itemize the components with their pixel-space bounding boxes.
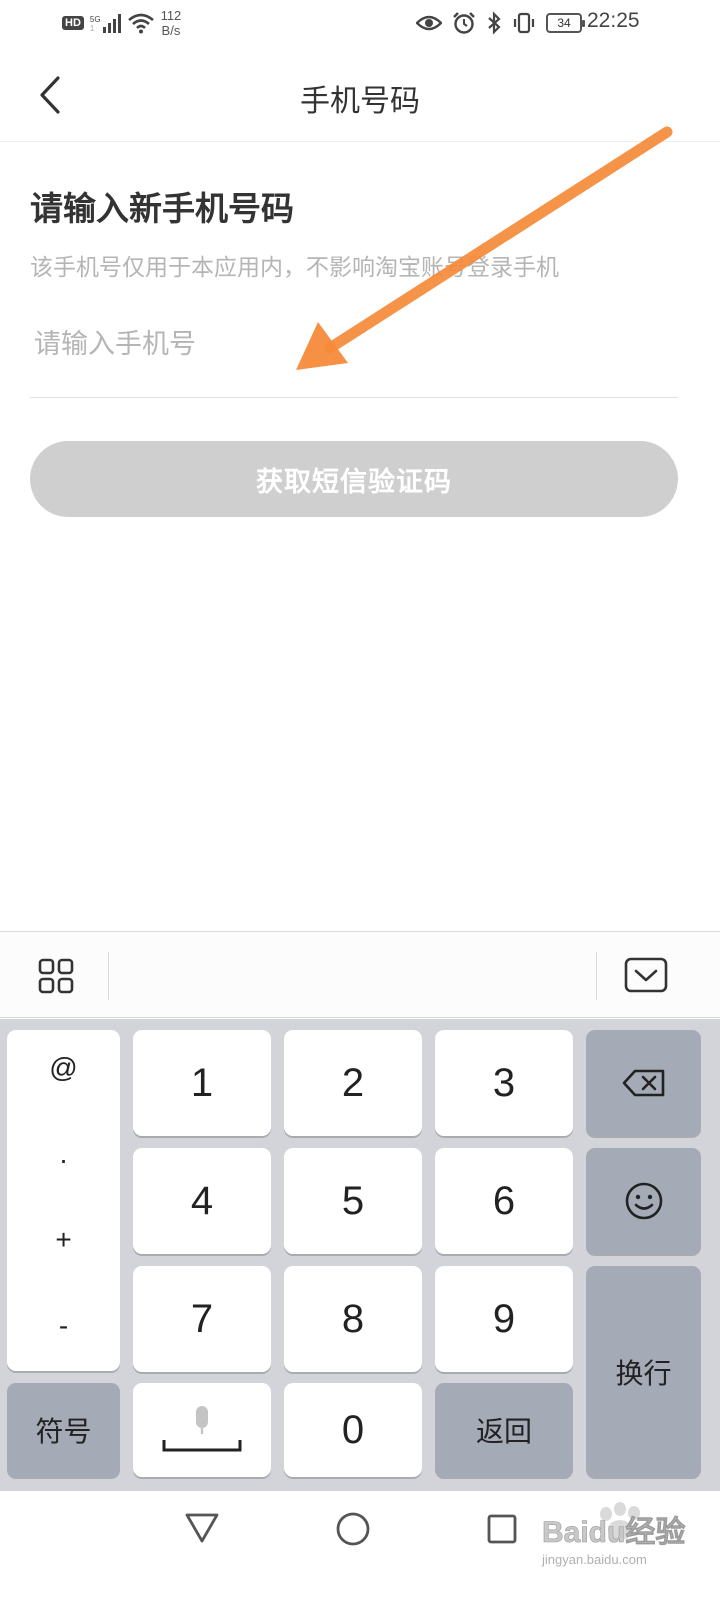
enter-key[interactable]: 换行 <box>586 1266 701 1477</box>
key-at[interactable]: @ <box>7 1052 120 1084</box>
network-sub: 1 <box>89 24 95 33</box>
backspace-icon <box>622 1069 664 1097</box>
status-left: HD 5G 1 112 B/s <box>62 8 181 38</box>
key-9[interactable]: 9 <box>435 1266 573 1372</box>
key-0[interactable]: 0 <box>284 1383 422 1477</box>
toolbar-divider <box>108 952 109 1000</box>
numeric-keyboard: @ . + - 1 2 3 4 5 6 7 8 9 换行 符号 0 返回 <box>0 1019 720 1491</box>
square-recents-icon[interactable] <box>486 1513 518 1545</box>
key-4[interactable]: 4 <box>133 1148 271 1254</box>
key-5[interactable]: 5 <box>284 1148 422 1254</box>
wifi-icon <box>127 13 154 34</box>
keyboard-hide-icon[interactable] <box>624 956 668 994</box>
key-7[interactable]: 7 <box>133 1266 271 1372</box>
get-sms-code-button[interactable]: 获取短信验证码 <box>30 441 678 517</box>
grid-menu-icon[interactable] <box>36 956 76 996</box>
toolbar-divider <box>596 952 597 1000</box>
keyboard-toolbar <box>0 931 720 1018</box>
cellular-signal-icon: 5G 1 <box>90 13 121 33</box>
circle-home-icon[interactable] <box>335 1511 371 1547</box>
bluetooth-icon <box>488 11 501 35</box>
watermark-url: jingyan.baidu.com <box>541 1552 647 1567</box>
hd-badge: HD <box>62 16 84 30</box>
vibrate-icon <box>513 12 535 34</box>
emoji-key[interactable] <box>586 1148 701 1254</box>
network-type: 5G <box>89 15 101 24</box>
key-6[interactable]: 6 <box>435 1148 573 1254</box>
form-heading: 请输入新手机号码 <box>30 189 294 228</box>
status-time: 22:25 <box>587 9 640 32</box>
page-title: 手机号码 <box>300 84 420 119</box>
key-3[interactable]: 3 <box>435 1030 573 1136</box>
status-bar: HD 5G 1 112 B/s 34 22:25 <box>0 0 720 48</box>
battery-indicator: 34 <box>546 13 585 33</box>
baidu-jingyan-watermark: Baidu经验 jingyan.baidu.com <box>541 1502 686 1567</box>
symbol-key[interactable]: 符号 <box>7 1383 120 1477</box>
top-nav-bar: 手机号码 <box>0 48 720 142</box>
return-key[interactable]: 返回 <box>435 1383 573 1477</box>
key-8[interactable]: 8 <box>284 1266 422 1372</box>
key-1[interactable]: 1 <box>133 1030 271 1136</box>
key-plus[interactable]: + <box>7 1224 120 1256</box>
phone-number-input[interactable] <box>30 318 678 398</box>
network-speed: 112 B/s <box>160 8 182 38</box>
space-mic-key[interactable] <box>133 1383 271 1477</box>
watermark-text: Baidu经验 <box>542 1515 685 1549</box>
backspace-key[interactable] <box>586 1030 701 1136</box>
key-minus[interactable]: - <box>7 1310 120 1342</box>
status-right: 34 <box>416 11 585 35</box>
eye-icon <box>416 15 442 31</box>
microphone-icon <box>162 1406 242 1452</box>
triangle-back-icon[interactable] <box>184 1511 220 1545</box>
key-2[interactable]: 2 <box>284 1030 422 1136</box>
symbol-column: @ . + - <box>7 1030 120 1371</box>
smiley-icon <box>625 1182 662 1220</box>
form-note: 该手机号仅用于本应用内，不影响淘宝账号登录手机 <box>30 255 559 281</box>
alarm-icon <box>453 12 475 34</box>
key-dot[interactable]: . <box>7 1138 120 1170</box>
